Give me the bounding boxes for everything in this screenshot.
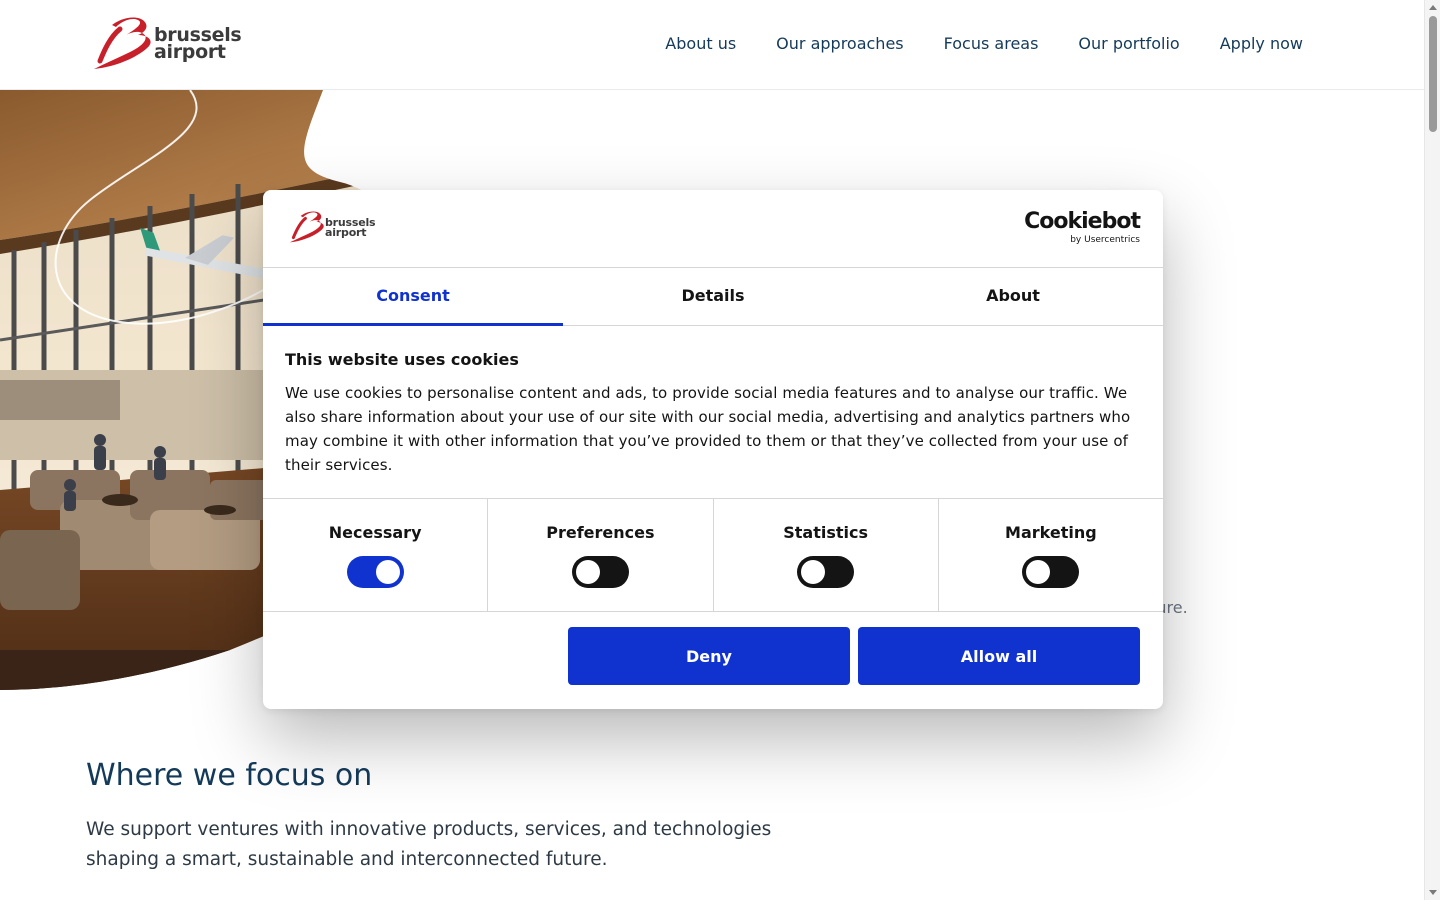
toggle-preferences[interactable]: [571, 556, 629, 588]
cookie-consent-dialog: brussels airport Cookiebot by Usercentri…: [263, 190, 1163, 709]
category-preferences: Preferences: [488, 499, 714, 611]
category-label-necessary: Necessary: [328, 523, 422, 542]
dialog-description: We use cookies to personalise content an…: [285, 384, 1131, 474]
deny-button[interactable]: Deny: [568, 627, 850, 685]
nav-our-approaches[interactable]: Our approaches: [776, 33, 903, 55]
main-nav: About us Our approaches Focus areas Our …: [665, 33, 1303, 55]
focus-description: We support ventures with innovative prod…: [86, 819, 772, 870]
toggle-knob: [575, 560, 600, 584]
category-necessary: Necessary: [263, 499, 489, 611]
toggle-knob: [1026, 560, 1051, 584]
tab-consent[interactable]: Consent: [263, 268, 563, 326]
focus-title: Where we focus on: [86, 758, 373, 793]
toggle-knob: [801, 560, 826, 584]
scroll-up-arrow-icon[interactable]: [1429, 5, 1437, 10]
nav-our-portfolio[interactable]: Our portfolio: [1078, 33, 1179, 55]
dialog-header: brussels airport Cookiebot by Usercentri…: [263, 190, 1163, 268]
category-label-marketing: Marketing: [1005, 523, 1097, 542]
logo-text-airport: airport: [154, 41, 226, 63]
focus-section: Where we focus on We support ventures wi…: [86, 755, 846, 875]
dialog-brand-logo: brussels airport: [285, 210, 376, 246]
consent-categories: Necessary Preferences Statistics Marketi…: [263, 499, 1163, 612]
site-header: brussels airport About us Our approaches…: [0, 0, 1424, 90]
page-scrollbar[interactable]: [1424, 0, 1440, 900]
cookiebot-subtitle: by Usercentrics: [1070, 235, 1140, 245]
allow-all-button[interactable]: Allow all: [858, 627, 1140, 685]
scroll-thumb[interactable]: [1429, 16, 1437, 132]
dialog-actions: Deny Allow all: [263, 612, 1163, 708]
category-label-statistics: Statistics: [783, 523, 868, 542]
toggle-statistics[interactable]: [797, 556, 855, 588]
category-label-preferences: Preferences: [546, 523, 655, 542]
scroll-down-arrow-icon[interactable]: [1429, 890, 1437, 895]
dialog-logo-text-airport: airport: [325, 226, 367, 239]
nav-about-us[interactable]: About us: [665, 33, 736, 55]
airport-b-logo-icon: [94, 17, 151, 69]
nav-focus-areas[interactable]: Focus areas: [944, 33, 1039, 55]
dialog-heading: This website uses cookies: [285, 350, 519, 369]
tab-details[interactable]: Details: [563, 268, 863, 325]
cookiebot-wordmark: Cookiebot: [1024, 209, 1141, 234]
toggle-knob: [375, 560, 400, 584]
cookiebot-logo[interactable]: Cookiebot by Usercentrics: [1024, 209, 1141, 246]
dialog-body: This website uses cookies We use cookies…: [263, 326, 1163, 499]
toggle-marketing[interactable]: [1022, 556, 1080, 588]
dialog-tabs: Consent Details About: [263, 268, 1163, 326]
nav-apply-now[interactable]: Apply now: [1220, 33, 1303, 55]
airport-b-logo-icon: [289, 211, 324, 243]
category-marketing: Marketing: [939, 499, 1163, 611]
toggle-necessary[interactable]: [346, 556, 404, 588]
category-statistics: Statistics: [714, 499, 939, 611]
brussels-airport-logo[interactable]: brussels airport: [86, 17, 242, 73]
tab-about[interactable]: About: [863, 268, 1163, 325]
